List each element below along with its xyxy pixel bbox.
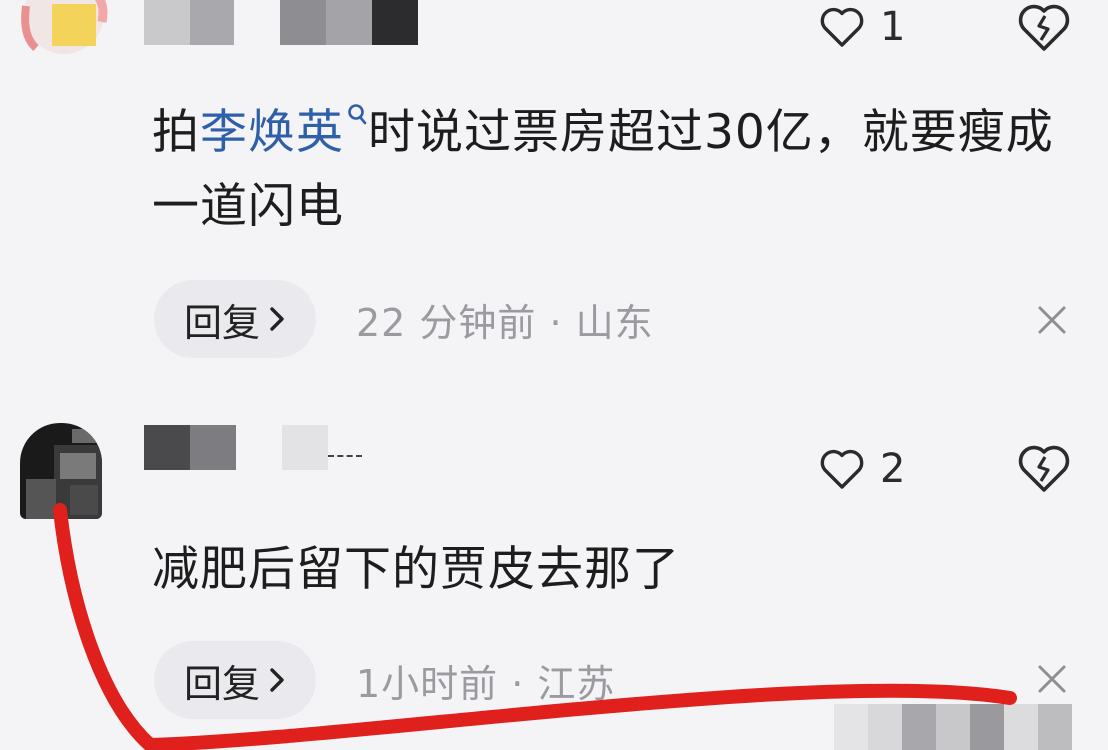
like-count: 2 [880,446,906,492]
like-button[interactable]: 1 [818,5,905,49]
timestamp-location: 1小时前 · 江苏 [356,661,616,706]
mention-link[interactable]: 李焕英 [200,105,344,160]
broken-heart-icon[interactable] [1016,2,1072,54]
chevron-right-icon [270,668,284,692]
broken-heart-icon[interactable] [1016,443,1072,495]
timestamp-location: 22 分钟前 · 山东 [356,300,654,345]
comment-item-2: 2 减肥后留下的贾皮去那了 回复 1小时前 · 江苏 [0,405,1108,750]
reply-label: 回复 [183,661,260,706]
comment-meta-row: 回复 22 分钟前 · 山东 [154,280,654,358]
close-icon[interactable] [1036,304,1068,336]
like-button[interactable]: 2 [818,447,905,491]
reply-button[interactable]: 回复 [154,641,316,719]
heart-outline-icon [820,7,864,47]
redacted-strip [800,704,1072,750]
heart-outline-icon [820,449,864,489]
like-count: 1 [880,4,906,50]
search-icon[interactable] [344,102,368,132]
username-redacted[interactable] [144,425,362,470]
close-icon[interactable] [1036,663,1068,695]
chevron-right-icon [270,307,284,331]
comment-text: 拍李焕英 时说过票房超过30亿，就要瘦成一道闪电 [152,96,1062,244]
comment-item-1: 1 拍李焕英 时说过票房超过30亿，就要瘦成一道闪电 回复 22 分钟前 · 山东 [0,0,1108,390]
reply-button[interactable]: 回复 [154,280,316,358]
comment-text: 减肥后留下的贾皮去那了 [152,542,680,597]
avatar[interactable] [18,0,110,56]
username-redacted[interactable] [144,0,418,45]
comment-meta-row: 回复 1小时前 · 江苏 [154,641,615,719]
avatar[interactable] [20,423,102,519]
reply-label: 回复 [183,300,260,345]
